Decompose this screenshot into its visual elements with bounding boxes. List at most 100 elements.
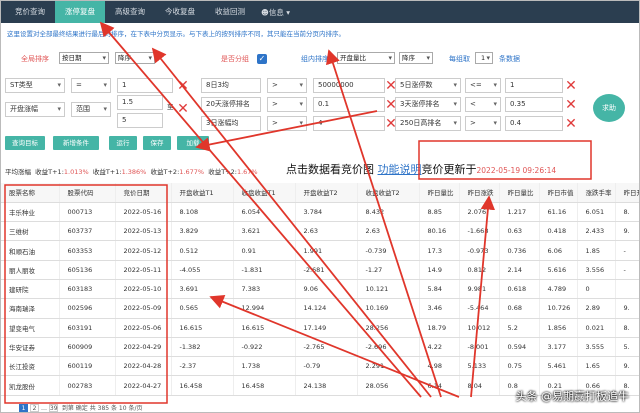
column-header[interactable]: 收盘收益T1 xyxy=(233,183,296,203)
filter-value-input[interactable]: 4 xyxy=(313,116,385,131)
table-cell: 4.789 xyxy=(539,279,578,300)
run-button[interactable]: 运行 xyxy=(109,136,137,150)
table-cell: 三维树 xyxy=(1,221,60,242)
app-window: 竞价查询 涨停复盘 高级查询 今收复盘 收益回测 ☻信息 ▾ 这里设置对全部最终… xyxy=(0,0,640,413)
column-header[interactable]: 股票名称 xyxy=(1,183,60,203)
table-cell: 603737 xyxy=(59,221,116,242)
remove-filter-icon[interactable]: ✕ xyxy=(177,79,189,93)
filter-value-input[interactable]: 0.1 xyxy=(313,97,385,112)
remove-filter-icon[interactable]: ✕ xyxy=(177,102,189,116)
table-cell: 3.177 xyxy=(539,337,578,358)
column-header[interactable]: 昨日量比 xyxy=(499,183,540,203)
tab-advanced-query[interactable]: 高级查询 xyxy=(105,1,155,23)
page-button[interactable]: 39 xyxy=(48,404,58,412)
filter-range-min[interactable]: 1.5 xyxy=(117,95,163,110)
table-cell: 24.138 xyxy=(295,375,358,396)
column-header[interactable]: 开盘收益T2 xyxy=(295,183,358,203)
table-cell: 17.149 xyxy=(295,318,358,338)
page-size-select[interactable]: 10 条/页 xyxy=(119,405,143,412)
user-menu[interactable]: ☻信息 ▾ xyxy=(261,7,290,18)
table-row[interactable]: 和顺石油 603353 2022-05-12 0.512 0.91 1.991 -0.739… xyxy=(1,240,639,261)
filter-field-select[interactable]: 3天涨停排名 xyxy=(395,97,461,112)
table-cell: 2.63 xyxy=(295,221,358,242)
table-row[interactable]: 华安证券 600909 2022-04-29 -1.382 -0.922 -2.765 -2… xyxy=(1,337,639,358)
filter-op-select[interactable]: > xyxy=(267,78,307,93)
filter-value-input[interactable]: 1 xyxy=(117,78,173,93)
filter-op-select[interactable]: > xyxy=(465,116,501,131)
filter-value-input[interactable]: 1 xyxy=(505,78,563,93)
filter-op-select[interactable]: < xyxy=(465,97,501,112)
table-cell: -2.37 xyxy=(171,356,234,377)
filter-field-select[interactable]: 5日涨停数 xyxy=(395,78,461,93)
table-cell: 61.16 xyxy=(539,202,578,223)
table-cell: 5.461 xyxy=(539,356,578,377)
table-row[interactable]: 丽人丽妆 605136 2022-05-11 -4.055 -1.831 -2.681 -1… xyxy=(1,260,639,280)
confirm-button[interactable]: 确定 xyxy=(76,405,88,412)
table-cell: 603191 xyxy=(59,318,116,338)
help-link[interactable]: 功能说明 xyxy=(378,163,422,176)
global-order-select[interactable]: 降序 xyxy=(115,52,155,64)
column-header[interactable]: 收盘收益T2 xyxy=(357,183,420,203)
column-header[interactable]: 昨日涨跌 xyxy=(459,183,500,203)
save-button[interactable]: 保存 xyxy=(143,136,171,150)
page-button[interactable]: 2 xyxy=(30,404,39,412)
filter-field-select[interactable]: 开盘涨幅 xyxy=(5,102,65,117)
group-checkbox[interactable]: ✓ xyxy=(257,54,267,64)
table-cell: 3.784 xyxy=(295,202,358,223)
tab-limit-review[interactable]: 涨停复盘 xyxy=(55,1,105,23)
table-cell: 5.2 xyxy=(499,318,540,338)
filter-range-max[interactable]: 5 xyxy=(117,113,163,128)
table-row[interactable]: 建研院 603183 2022-05-10 3.691 7.383 9.06 10.121 5… xyxy=(1,279,639,300)
table-cell: -8.001 xyxy=(459,337,500,358)
filter-op-select[interactable]: <= xyxy=(465,78,501,93)
help-bubble-button[interactable]: 求助 xyxy=(593,94,625,122)
global-sort-select[interactable]: 按日期 xyxy=(59,52,109,64)
table-cell: 9. xyxy=(615,298,639,319)
table-row[interactable]: 丰乐种业 000713 2022-05-16 8.108 6.054 3.784 8.432… xyxy=(1,202,639,223)
load-button[interactable]: 加载 xyxy=(177,136,209,150)
column-header[interactable]: 竞价日期 xyxy=(115,183,172,203)
remove-filter-icon[interactable]: ✕ xyxy=(565,117,577,131)
filter-field-select[interactable]: 20天涨停排名 xyxy=(201,97,261,112)
per-group-input[interactable]: 1 xyxy=(475,52,493,64)
tab-bidding-query[interactable]: 竞价查询 xyxy=(5,1,55,23)
filter-value-input[interactable]: 0.35 xyxy=(505,97,563,112)
tab-backtest[interactable]: 收益回测 xyxy=(205,1,255,23)
column-header[interactable]: 股票代码 xyxy=(59,183,116,203)
tab-today-review[interactable]: 今收复盘 xyxy=(155,1,205,23)
table-cell: 14.124 xyxy=(295,298,358,319)
filter-value-input[interactable]: 50000000 xyxy=(313,78,385,93)
page-button[interactable]: 1 xyxy=(19,404,28,412)
global-sort-label: 全局排序 xyxy=(21,55,49,63)
remove-filter-icon[interactable]: ✕ xyxy=(565,79,577,93)
table-row[interactable]: 三维树 603737 2022-05-13 3.829 3.621 2.63 2.63 80.… xyxy=(1,221,639,242)
table-cell: 丰乐种业 xyxy=(1,202,60,223)
table-cell: 2022-05-12 xyxy=(115,240,172,261)
column-header[interactable]: 开盘收益T1 xyxy=(171,183,234,203)
group-sort-select[interactable]: 开盘量比 xyxy=(337,52,395,64)
column-header[interactable]: 昨日市值 xyxy=(539,183,578,203)
filter-op-select[interactable]: 范围 xyxy=(71,102,111,117)
filter-op-select[interactable]: > xyxy=(267,116,307,131)
table-row[interactable]: 长江投资 600119 2022-04-28 -2.37 1.738 -0.79 2.291… xyxy=(1,356,639,377)
group-order-select[interactable]: 降序 xyxy=(399,52,433,64)
table-cell: 2.076 xyxy=(459,202,500,223)
table-cell: 10.169 xyxy=(357,298,420,319)
table-row[interactable]: 海南瑞泽 002596 2022-05-09 0.565 12.994 14.124 10.… xyxy=(1,298,639,319)
remove-filter-icon[interactable]: ✕ xyxy=(565,98,577,112)
column-header[interactable]: 昨日开 xyxy=(615,183,639,203)
filter-op-select[interactable]: = xyxy=(71,78,111,93)
table-cell: 002783 xyxy=(59,375,116,396)
filter-field-select[interactable]: ST类型 xyxy=(5,78,65,93)
filter-value-input[interactable]: 0.4 xyxy=(505,116,563,131)
filter-field-select[interactable]: 250日高排名 xyxy=(395,116,461,131)
table-row[interactable]: 望变电气 603191 2022-05-06 16.615 16.615 17.149 28… xyxy=(1,318,639,338)
add-condition-button[interactable]: 新增条件 xyxy=(53,136,99,150)
filter-op-select[interactable]: > xyxy=(267,97,307,112)
query-target-button[interactable]: 查询目标 xyxy=(5,136,45,150)
filter-field-select[interactable]: 3日涨幅均 xyxy=(201,116,261,131)
filter-field-select[interactable]: 8日3均 xyxy=(201,78,261,93)
user-icon: ☻ xyxy=(261,7,269,17)
column-header[interactable]: 涨跌手率 xyxy=(577,183,616,203)
column-header[interactable]: 昨日量比 xyxy=(419,183,460,203)
